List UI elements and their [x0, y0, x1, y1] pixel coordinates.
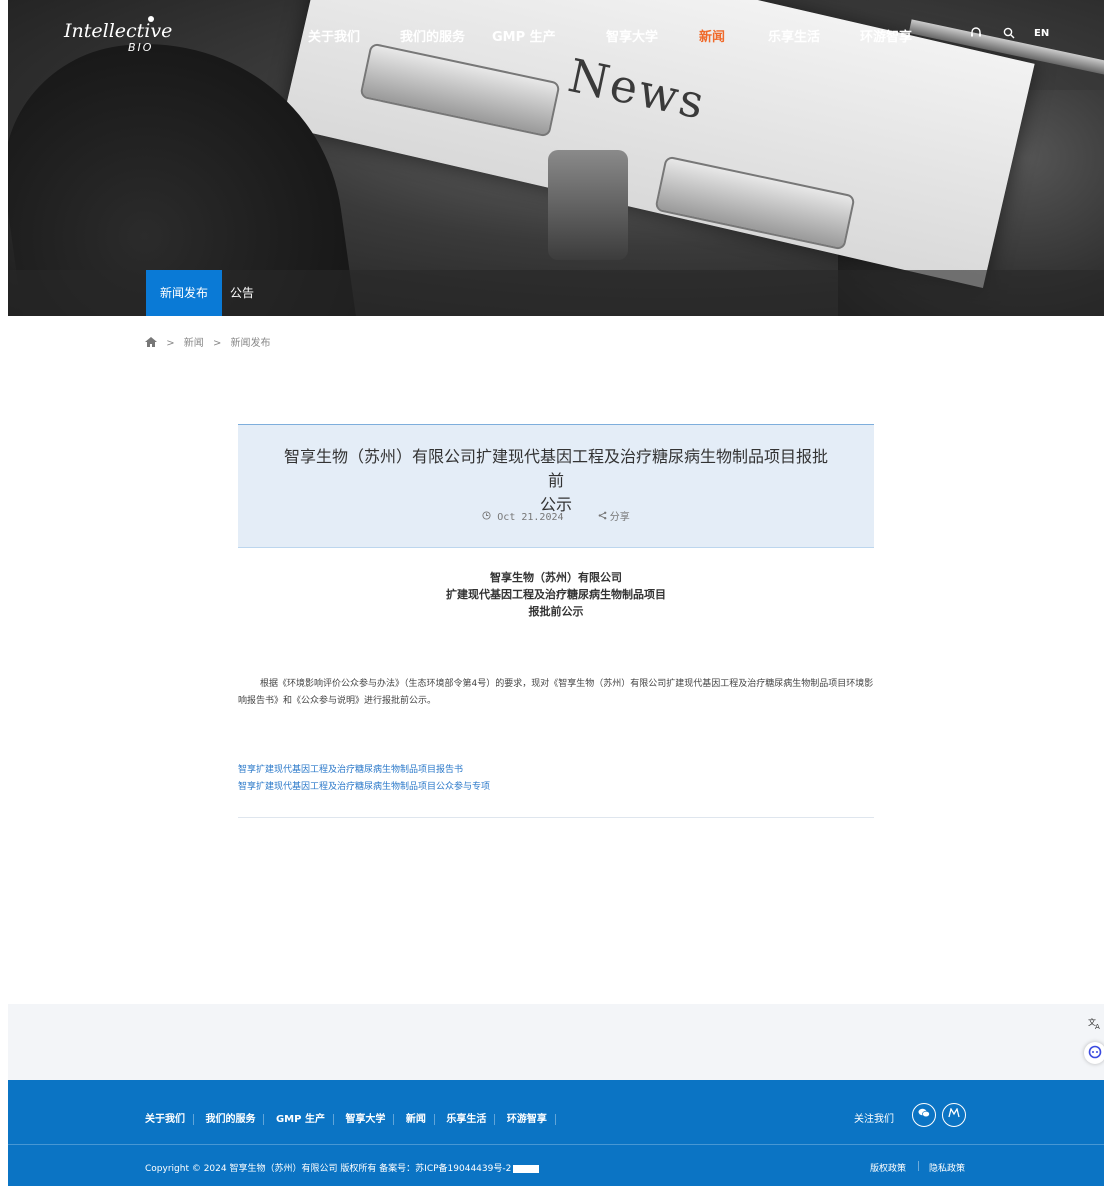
nav-news[interactable]: 新闻 [699, 26, 725, 45]
tab-announcement[interactable]: 公告 [216, 270, 268, 316]
breadcrumb-separator: > [166, 338, 175, 349]
clock-icon [482, 511, 491, 520]
logo[interactable]: Intellective BIO [64, 14, 174, 56]
hero-banner: News Intellective BIO 关于我们 我们的服务 GMP 生产 … [8, 0, 1104, 316]
breadcrumb-news[interactable]: 新闻 [184, 338, 204, 349]
nav-life[interactable]: 乐享生活 [768, 26, 820, 45]
nav-travel[interactable]: 环游智享 [860, 26, 912, 45]
footer-link-services[interactable]: 我们的服务 [197, 1114, 265, 1125]
article-header: 智享生物（苏州）有限公司扩建现代基因工程及治疗糖尿病生物制品项目报批前 公示 O… [238, 424, 874, 548]
breadcrumb-press-release[interactable]: 新闻发布 [231, 338, 271, 349]
breadcrumb: > 新闻 > 新闻发布 [145, 334, 277, 349]
chatbot-icon[interactable] [1084, 1042, 1104, 1064]
tab-press-release[interactable]: 新闻发布 [146, 270, 223, 316]
svg-text:A: A [1095, 1023, 1100, 1030]
divider [238, 817, 874, 818]
footer-link-travel[interactable]: 环游智享 [498, 1114, 556, 1125]
footer-link-news[interactable]: 新闻 [397, 1114, 435, 1125]
footer-nav: 关于我们 我们的服务 GMP 生产 智享大学 新闻 乐享生活 环游智享 [145, 1110, 556, 1125]
footer-divider [8, 1144, 1104, 1145]
copyright-policy-link[interactable]: 版权政策 [870, 1161, 906, 1174]
article-meta: Oct 21.2024 分享 [238, 508, 874, 523]
article-subtitle: 智享生物（苏州）有限公司 扩建现代基因工程及治疗糖尿病生物制品项目 报批前公示 [446, 571, 666, 618]
privacy-policy-link[interactable]: 隐私政策 [929, 1161, 965, 1174]
footer: 关于我们 我们的服务 GMP 生产 智享大学 新闻 乐享生活 环游智享 关注我们… [8, 1080, 1104, 1186]
nav-about[interactable]: 关于我们 [308, 26, 360, 45]
logo-text: Intellective [64, 20, 173, 42]
share-icon [598, 511, 606, 520]
article-body: 根据《环境影响评价公众参与办法》（生态环境部令第4号）的要求，现对《智享生物（苏… [238, 679, 874, 706]
translate-icon[interactable]: 文A [1084, 1016, 1104, 1034]
footer-link-about[interactable]: 关于我们 [145, 1114, 194, 1125]
headset-icon[interactable] [970, 27, 982, 42]
home-icon[interactable] [145, 337, 157, 347]
subnav-bar: 新闻发布 公告 [8, 270, 1104, 316]
footer-link-life[interactable]: 乐享生活 [438, 1114, 496, 1125]
language-switch[interactable]: EN [1034, 28, 1049, 39]
copyright: Copyright © 2024 智享生物（苏州）有限公司 版权所有 备案号：苏… [145, 1161, 540, 1174]
article-title: 智享生物（苏州）有限公司扩建现代基因工程及治疗糖尿病生物制品项目报批前 公示 [283, 447, 828, 514]
public-participation-link[interactable]: 智享扩建现代基因工程及治疗糖尿病生物制品项目公众参与专项 [238, 779, 874, 796]
wechat-icon[interactable] [912, 1103, 936, 1127]
search-icon[interactable] [1003, 27, 1015, 42]
follow-us-label: 关注我们 [854, 1114, 894, 1125]
footer-link-gmp[interactable]: GMP 生产 [267, 1114, 334, 1125]
police-badge-icon [513, 1164, 540, 1173]
report-link[interactable]: 智享扩建现代基因工程及治疗糖尿病生物制品项目报告书 [238, 762, 874, 779]
nav-gmp[interactable]: GMP 生产 [492, 26, 556, 45]
footer-link-university[interactable]: 智享大学 [337, 1114, 395, 1125]
logo-sub: BIO [128, 41, 154, 54]
footer-spacer [8, 1004, 1104, 1080]
weibo-icon[interactable] [942, 1103, 966, 1127]
breadcrumb-separator: > [212, 338, 222, 349]
article-date: Oct 21.2024 [482, 511, 564, 523]
nav-university[interactable]: 智享大学 [606, 26, 658, 45]
share-button[interactable]: 分享 [598, 508, 630, 523]
document-links: 智享扩建现代基因工程及治疗糖尿病生物制品项目报告书 智享扩建现代基因工程及治疗糖… [238, 762, 874, 796]
nav-services[interactable]: 我们的服务 [400, 26, 465, 45]
page: News Intellective BIO 关于我们 我们的服务 GMP 生产 … [8, 0, 1104, 1186]
